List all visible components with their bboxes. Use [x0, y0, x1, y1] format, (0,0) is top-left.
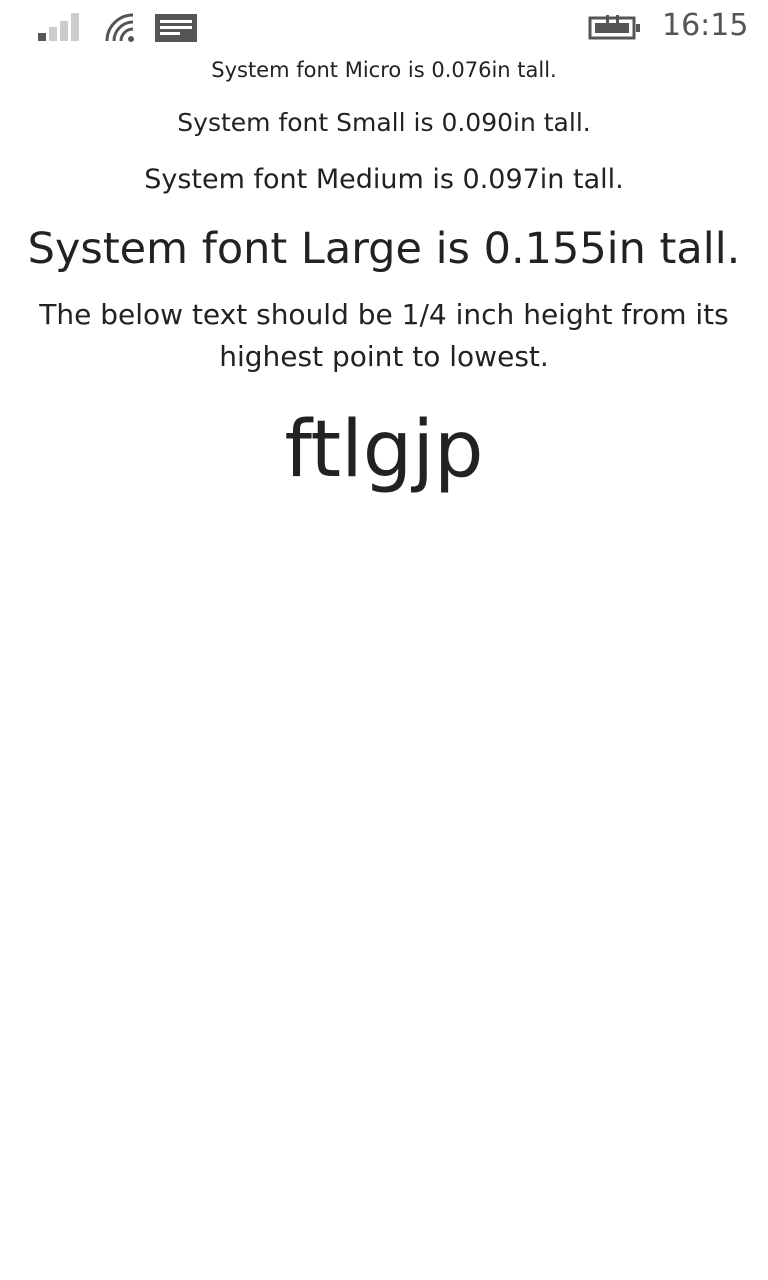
- large-font-label: System font Large is 0.155in tall.: [27, 224, 741, 274]
- micro-font-label: System font Micro is 0.076in tall.: [211, 58, 557, 82]
- status-bar: 16:15: [0, 0, 768, 56]
- main-content: System font Micro is 0.076in tall. Syste…: [0, 52, 768, 498]
- instruction-note: The below text should be 1/4 inch height…: [39, 298, 729, 373]
- sample-text: ftlgjp: [284, 405, 484, 495]
- small-font-label: System font Small is 0.090in tall.: [177, 108, 591, 137]
- medium-font-label: System font Medium is 0.097in tall.: [144, 164, 624, 195]
- signal-strength-icon: [38, 13, 79, 41]
- message-icon: [155, 14, 197, 42]
- wifi-icon: [105, 13, 134, 42]
- battery-charging-icon: [588, 15, 640, 40]
- clock: 16:15: [662, 8, 749, 43]
